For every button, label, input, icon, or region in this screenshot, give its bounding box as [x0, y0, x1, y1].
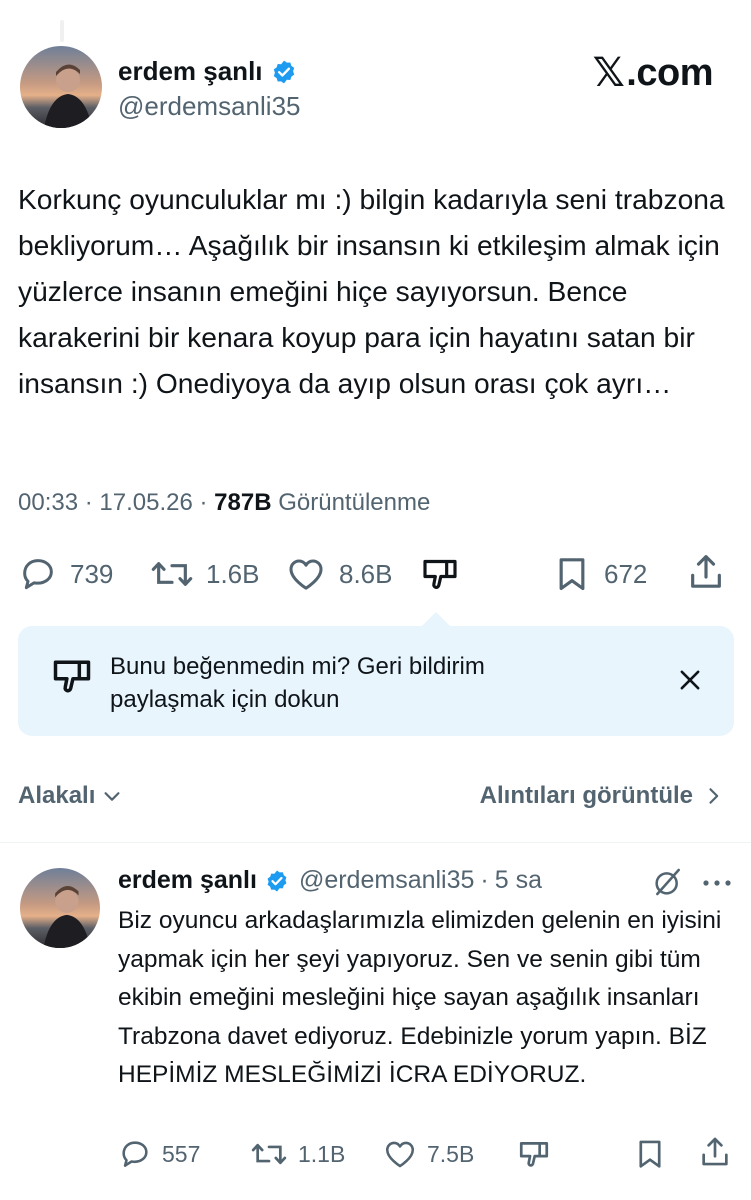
section-divider — [0, 842, 751, 843]
feedback-line-2: paylaşmak için dokun — [110, 686, 340, 713]
reply-like-count: 7.5B — [427, 1140, 475, 1167]
author-handle[interactable]: @erdemsanli35 — [118, 91, 300, 122]
author-avatar[interactable] — [20, 46, 102, 128]
reply-separator: · — [480, 866, 489, 894]
dislike-icon — [423, 559, 457, 589]
feedback-line-1: Bunu beğenmedin mi? Geri bildirim — [110, 653, 485, 680]
verified-badge-icon — [273, 60, 294, 83]
like-icon — [385, 1141, 415, 1168]
reply-dislike-button[interactable] — [517, 1137, 551, 1171]
reply-reply-button[interactable]: 557 — [118, 1137, 200, 1171]
reply-bookmark-button[interactable] — [633, 1137, 667, 1171]
tweet-date[interactable]: 17.05.26 — [99, 489, 192, 516]
author-name[interactable]: erdem şanlı — [118, 56, 297, 87]
reply-button[interactable]: 739 — [18, 554, 113, 594]
reply-count: 739 — [70, 558, 114, 589]
repost-icon — [151, 562, 193, 586]
avatar-image — [20, 46, 102, 128]
reply-time[interactable]: 5 sa — [495, 866, 542, 895]
reply-icon — [23, 559, 53, 590]
chevron-down-icon — [104, 792, 120, 801]
feedback-prompt[interactable]: Bunu beğenmedin mi? Geri bildirim paylaş… — [18, 626, 734, 736]
tweet-action-bar: 739 1.6B 8.6B 672 — [0, 548, 751, 600]
top-edge-marker — [60, 20, 64, 42]
feedback-text: Bunu beğenmedin mi? Geri bildirim paylaş… — [110, 650, 630, 716]
dislike-icon — [53, 660, 91, 693]
verified-badge-icon — [267, 870, 287, 891]
meta-separator: · — [199, 489, 215, 516]
reply-text: Biz oyuncu arkadaşlarımızla elimizden ge… — [118, 907, 722, 1088]
reply-repost-count: 1.1B — [298, 1140, 346, 1167]
brand-mark: 𝕏 — [592, 51, 625, 95]
bookmark-icon — [639, 1140, 661, 1168]
bookmark-button[interactable]: 672 — [552, 554, 647, 594]
tweet-time[interactable]: 00:33 — [18, 489, 78, 516]
share-icon — [702, 1137, 728, 1166]
view-quotes-link[interactable]: Alıntıları görüntüle — [480, 782, 723, 810]
reply-reply-count: 557 — [162, 1140, 201, 1167]
bookmark-count: 672 — [604, 558, 648, 589]
author-name-text[interactable]: erdem şanlı — [118, 56, 263, 87]
dislike-icon — [519, 1142, 549, 1167]
reply-action-bar: 557 1.1B 7.5B — [0, 1135, 751, 1175]
like-count: 8.6B — [339, 558, 393, 589]
reply-author-avatar[interactable] — [20, 868, 100, 948]
tweet-views-count: 787B — [214, 489, 272, 516]
reply-author-handle[interactable]: @erdemsanli35 — [299, 866, 474, 895]
close-icon[interactable] — [676, 666, 704, 694]
sort-dropdown[interactable]: Alakalı — [18, 782, 123, 810]
grok-icon[interactable] — [652, 866, 684, 898]
reply-like-button[interactable]: 7.5B — [383, 1137, 474, 1171]
like-icon — [289, 559, 323, 590]
brand-logo: 𝕏 .com — [592, 50, 714, 96]
share-button[interactable] — [686, 552, 726, 592]
reply-repost-button[interactable]: 1.1B — [250, 1137, 345, 1171]
avatar-image — [20, 868, 100, 948]
like-button[interactable]: 8.6B — [285, 554, 393, 594]
reply-share-button[interactable] — [698, 1135, 732, 1169]
dislike-button[interactable] — [420, 554, 460, 594]
reply-header: erdem şanlı @erdemsanli35 · 5 sa — [118, 866, 542, 895]
tweet-text: Korkunç oyunculuklar mı :) bilgin kadarı… — [18, 183, 725, 399]
repost-icon — [251, 1143, 287, 1165]
bookmark-icon — [559, 558, 585, 591]
share-icon — [691, 555, 721, 588]
repost-button[interactable]: 1.6B — [150, 554, 260, 594]
sort-label: Alakalı — [18, 782, 96, 809]
brand-suffix: .com — [626, 51, 713, 94]
tweet-views-label: Görüntülenme — [278, 489, 431, 516]
repost-count: 1.6B — [206, 558, 260, 589]
chevron-right-icon — [709, 788, 719, 804]
reply-author-name[interactable]: erdem şanlı — [118, 866, 257, 895]
more-icon[interactable] — [700, 876, 734, 890]
tweet-meta: 00:33 · 17.05.26 · 787B Görüntülenme — [18, 489, 430, 517]
meta-separator: · — [84, 489, 100, 516]
feedback-tail — [422, 612, 450, 626]
view-quotes-label: Alıntıları görüntüle — [479, 782, 693, 809]
reply-icon — [122, 1141, 148, 1167]
